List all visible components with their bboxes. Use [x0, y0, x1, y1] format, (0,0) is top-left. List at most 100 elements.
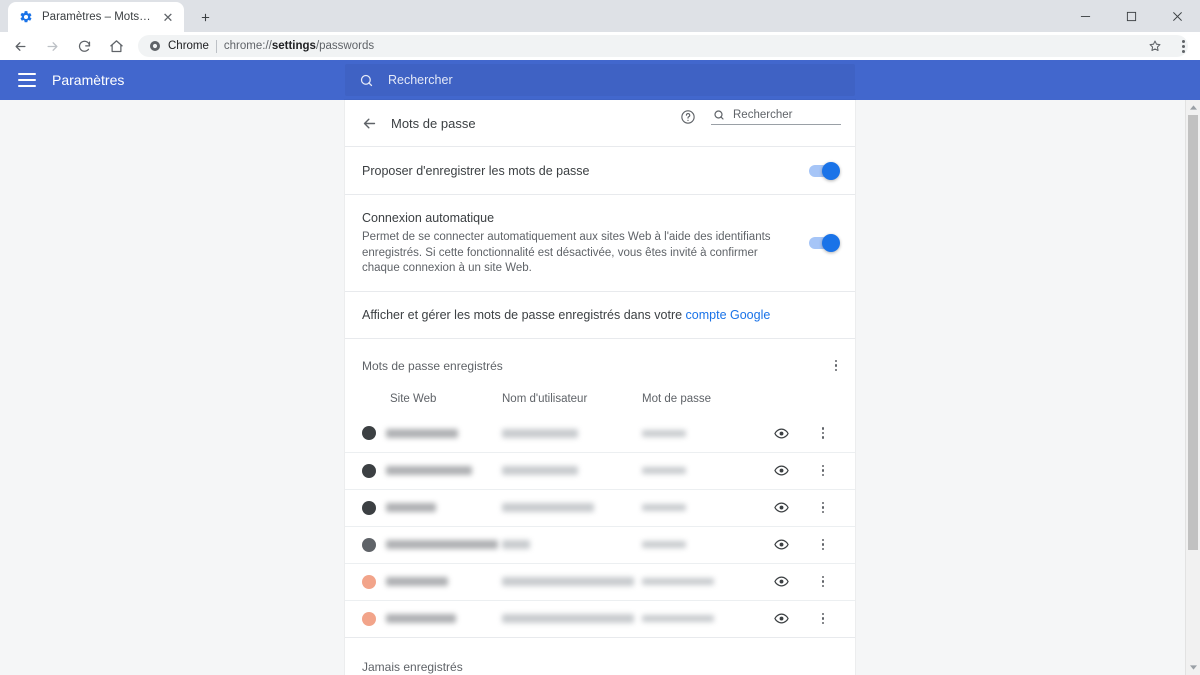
cell-password [642, 578, 762, 585]
passwords-table-body [345, 415, 855, 637]
setting-row-offer-save[interactable]: Proposer d'enregistrer les mots de passe [345, 146, 855, 194]
password-redacted [642, 429, 686, 437]
cell-site [362, 537, 502, 552]
table-row[interactable] [345, 525, 855, 563]
new-tab-button[interactable] [192, 4, 218, 30]
chrome-info-icon [148, 40, 161, 53]
saved-passwords-menu-icon[interactable] [834, 359, 837, 372]
username-redacted [502, 428, 578, 438]
setting-subtitle: Permet de se connecter automatiquement a… [362, 231, 771, 274]
google-account-link[interactable]: compte Google [686, 308, 771, 322]
window-controls [1062, 0, 1200, 32]
scrollbar-thumb[interactable] [1188, 115, 1198, 550]
scroll-up-arrow-icon[interactable] [1186, 100, 1200, 115]
settings-page-body: Mots de passe Rechercher Proposer d'enre… [0, 100, 1200, 675]
help-icon[interactable] [679, 108, 697, 126]
close-window-icon[interactable] [1154, 0, 1200, 32]
url-suffix: /passwords [315, 40, 375, 52]
row-menu-icon[interactable] [821, 501, 825, 514]
hamburger-menu-icon[interactable] [18, 73, 36, 87]
row-menu-button[interactable] [815, 612, 831, 625]
site-name-redacted [386, 577, 448, 586]
browser-menu-icon[interactable] [1172, 35, 1194, 57]
cell-site [362, 426, 502, 440]
minimize-icon[interactable] [1062, 0, 1108, 32]
show-password-icon[interactable] [771, 535, 791, 555]
cell-actions [762, 461, 837, 481]
home-icon[interactable] [102, 32, 130, 60]
cell-actions [762, 609, 837, 629]
saved-passwords-title: Mots de passe enregistrés [362, 358, 503, 373]
toggle-offer-save[interactable] [809, 161, 840, 180]
google-account-text: Afficher et gérer les mots de passe enre… [362, 307, 686, 322]
settings-gear-favicon [18, 9, 34, 25]
passwords-card-header: Mots de passe Rechercher [345, 100, 855, 146]
settings-search-placeholder: Rechercher [388, 73, 453, 87]
row-menu-button[interactable] [815, 538, 831, 551]
row-menu-icon[interactable] [821, 575, 825, 588]
cell-actions [762, 535, 837, 555]
search-icon [359, 73, 374, 88]
table-row[interactable] [345, 562, 855, 600]
close-icon[interactable]: ✕ [160, 9, 176, 25]
reload-icon[interactable] [70, 32, 98, 60]
site-name-redacted [386, 614, 456, 623]
table-row[interactable] [345, 451, 855, 489]
row-menu-button[interactable] [815, 464, 831, 477]
row-menu-button[interactable] [815, 501, 831, 514]
tab-strip: Paramètres – Mots de passe ✕ [0, 0, 1200, 32]
row-menu-button[interactable] [815, 575, 831, 588]
show-password-icon[interactable] [771, 609, 791, 629]
table-row[interactable] [345, 415, 855, 452]
row-menu-icon[interactable] [821, 538, 825, 551]
passwords-search-input[interactable]: Rechercher [711, 109, 841, 125]
cell-username [502, 428, 642, 438]
page-title: Mots de passe [391, 115, 476, 131]
site-favicon [362, 500, 376, 515]
row-menu-icon[interactable] [821, 427, 825, 439]
page-scrollbar[interactable] [1185, 100, 1200, 675]
settings-search-input[interactable]: Rechercher [345, 64, 855, 96]
page-back-icon[interactable] [359, 113, 379, 133]
scroll-down-arrow-icon[interactable] [1186, 660, 1200, 675]
bookmark-star-icon[interactable] [1144, 35, 1166, 57]
maximize-icon[interactable] [1108, 0, 1154, 32]
row-menu-icon[interactable] [821, 612, 825, 625]
never-saved-section-header: Jamais enregistrés [345, 636, 855, 675]
row-menu-button[interactable] [815, 427, 831, 439]
cell-username [502, 614, 642, 623]
page-header-actions: Rechercher [679, 108, 841, 126]
scrollbar-track[interactable] [1186, 115, 1200, 660]
cell-username [502, 466, 642, 475]
toggle-auto-signin[interactable] [809, 233, 840, 252]
passwords-table-header: Site Web Nom d'utilisateur Mot de passe [345, 383, 855, 415]
column-header-site: Site Web [362, 389, 502, 407]
cell-actions [762, 423, 837, 443]
browser-tab[interactable]: Paramètres – Mots de passe ✕ [8, 2, 184, 32]
table-row[interactable] [345, 488, 855, 526]
passwords-search-placeholder: Rechercher [733, 109, 793, 121]
site-name-redacted [386, 503, 436, 512]
show-password-icon[interactable] [771, 498, 791, 518]
url-bold: settings [271, 40, 316, 52]
table-row[interactable] [345, 599, 855, 637]
omnibox-scheme-label: Chrome [168, 40, 209, 52]
username-redacted [502, 577, 634, 586]
back-icon[interactable] [6, 32, 34, 60]
address-bar[interactable]: Chrome chrome://settings/passwords [138, 35, 1188, 57]
setting-row-auto-signin[interactable]: Connexion automatique Permet de se conne… [345, 194, 855, 291]
show-password-icon[interactable] [771, 423, 791, 443]
password-redacted [642, 541, 686, 548]
browser-toolbar: Chrome chrome://settings/passwords [0, 32, 1200, 60]
setting-text: Proposer d'enregistrer les mots de passe [362, 162, 789, 180]
column-header-username: Nom d'utilisateur [502, 389, 642, 407]
show-password-icon[interactable] [771, 461, 791, 481]
setting-title: Proposer d'enregistrer les mots de passe [362, 163, 590, 178]
column-label: Site Web [390, 392, 437, 405]
row-menu-icon[interactable] [821, 464, 825, 477]
site-favicon [362, 463, 376, 478]
show-password-icon[interactable] [771, 572, 791, 592]
forward-icon[interactable] [38, 32, 66, 60]
cell-password [642, 429, 762, 437]
cell-username [502, 577, 642, 586]
